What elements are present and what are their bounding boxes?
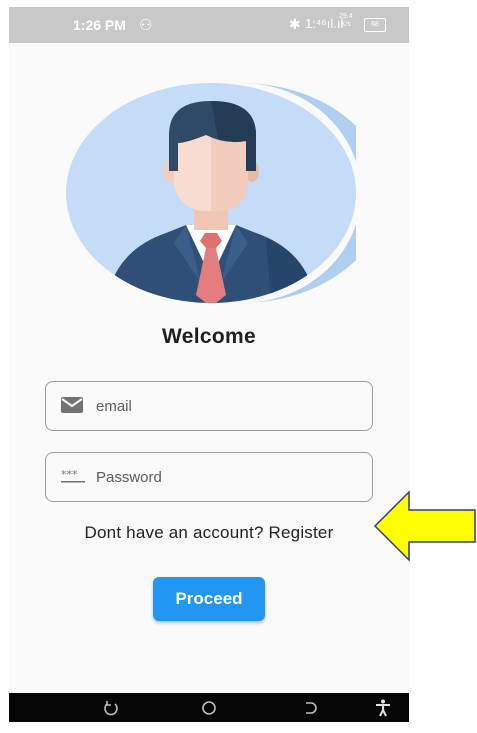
bluetooth-icon: ✱ — [289, 16, 301, 32]
avatar-icon — [66, 83, 356, 303]
email-field[interactable] — [45, 381, 373, 431]
home-icon[interactable] — [199, 698, 219, 718]
password-field[interactable]: *** — [45, 452, 373, 502]
phone-screen: 1:26 PM ⚇ ✱ 1:⁴⁶ıl.ıl 29.4 K/s 68 Welcom… — [9, 7, 409, 722]
network-speed: 29.4 K/s — [339, 13, 353, 29]
register-link[interactable]: Register — [269, 523, 334, 542]
register-prompt: Dont have an account? — [84, 523, 264, 542]
recent-apps-icon[interactable] — [301, 698, 321, 718]
network-speed-unit: K/s — [340, 21, 351, 28]
battery-icon: 68 — [364, 18, 386, 32]
password-input[interactable] — [96, 465, 356, 489]
status-bar: 1:26 PM ⚇ ✱ 1:⁴⁶ıl.ıl 29.4 K/s 68 — [9, 7, 409, 43]
email-input[interactable] — [96, 394, 356, 418]
network-speed-value: 29.4 — [339, 13, 353, 20]
page-title: Welcome — [162, 325, 256, 348]
proceed-button[interactable]: Proceed — [153, 577, 265, 621]
register-row: Dont have an account? Register — [9, 523, 409, 543]
back-icon[interactable] — [101, 698, 121, 718]
signal-icon: 1:⁴⁶ıl.ıl — [305, 16, 344, 31]
accessibility-icon[interactable] — [373, 698, 393, 718]
annotation-arrow-icon — [373, 490, 476, 562]
navigation-bar — [9, 693, 409, 722]
password-dots-icon: *** — [61, 468, 85, 483]
status-time: 1:26 PM — [73, 17, 126, 33]
accessibility-status-icon: ⚇ — [139, 17, 153, 34]
svg-text:***: *** — [61, 468, 78, 481]
mail-icon — [61, 397, 83, 413]
